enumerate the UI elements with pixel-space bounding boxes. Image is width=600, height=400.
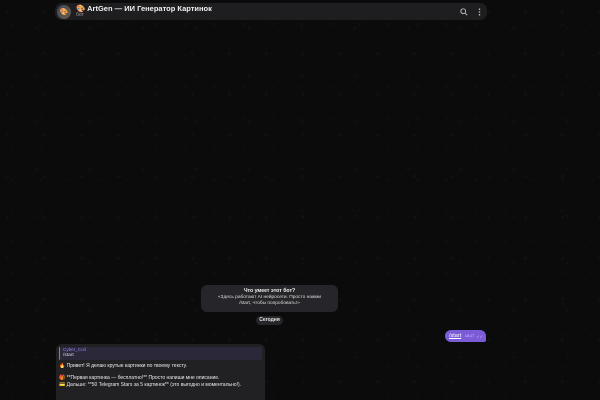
search-icon[interactable] [460,7,468,16]
message-line: 💳 Дальше: **50 Telegram Stars за 5 карти… [59,382,242,389]
message-line: 🔥 Привет! Я делаю крутые картинки по тво… [59,362,188,369]
chat-subtitle: бот [76,12,84,19]
more-options-icon[interactable] [478,7,481,16]
chat-title: 🎨 ArtGen — ИИ Генератор Картинок [76,3,212,13]
chat-title-block[interactable]: 🎨 ArtGen — ИИ Генератор Картинок бот [76,5,212,19]
outgoing-message[interactable]: /start 18:17 ✓✓ [445,330,486,342]
bot-info-card: Что умеет этот бот? «Здесь работают AI н… [201,285,338,312]
palette-icon: 🎨 [59,8,69,16]
message-line: 🎁 **Первая картинка — бесплатно!** Прост… [59,375,220,382]
reply-quote[interactable]: Cyber_Coil /start [59,347,262,360]
bot-info-title: Что умеет этот бот? [243,288,296,294]
message-time: 18:17 [464,334,475,338]
outgoing-message-text[interactable]: /start [449,333,461,339]
reply-text: /start [63,353,74,359]
bot-avatar[interactable]: 🎨 [57,4,71,19]
bot-info-line: /start, чтобы попробовать!» [239,301,300,307]
date-separator: Сегодня [256,316,283,325]
chat-header[interactable]: 🎨 🎨 ArtGen — ИИ Генератор Картинок бот [55,3,487,20]
incoming-message[interactable]: Cyber_Coil /start 🔥 Привет! Я делаю крут… [56,344,265,400]
double-check-icon: ✓✓ [476,333,483,339]
